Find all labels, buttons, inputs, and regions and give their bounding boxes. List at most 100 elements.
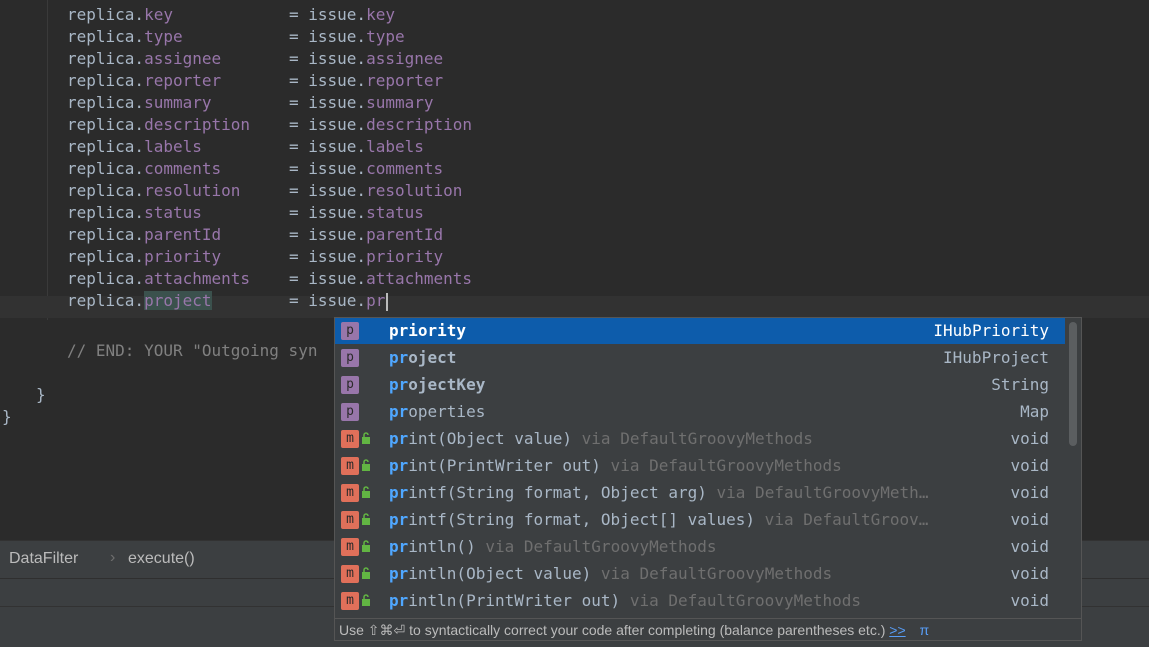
completion-match: pr [389,348,409,367]
completion-match: pr [389,402,409,421]
method-icon: m [341,565,359,583]
lhs-property: key [144,5,173,24]
completion-item[interactable]: m printf(String format, Object arg) via D… [335,480,1065,506]
completion-rest: int(PrintWriter out) [408,456,601,475]
lhs-object: replica. [67,159,145,178]
completion-item[interactable]: p properties Map [335,399,1065,425]
completion-type: IHubPriority [933,321,1049,340]
rhs-object: = issue. [289,247,367,266]
lhs-property: summary [144,93,212,112]
lhs-object: replica. [67,203,145,222]
closing-brace-inner: } [0,362,46,404]
indent-guide [47,0,48,320]
property-icon: p [341,403,359,421]
completion-match: pr [389,375,409,394]
completion-type: void [1010,429,1049,448]
completion-match: pr [389,537,409,556]
lhs-object: replica. [67,225,145,244]
completion-type: void [1010,510,1049,529]
property-icon: p [341,376,359,394]
property-icon: p [341,349,359,367]
completion-item[interactable]: p project IHubProject [335,345,1065,371]
rhs-property: parentId [366,225,444,244]
lhs-object: replica. [67,291,145,310]
completion-name: print(PrintWriter out) via DefaultGroovy… [389,453,842,479]
lhs-object: replica. [67,5,145,24]
rhs-property: attachments [366,269,473,288]
completion-item[interactable]: m println(PrintWriter out) via DefaultGro… [335,588,1065,614]
lhs-property: priority [144,247,222,266]
lhs-property: resolution [144,181,241,200]
text-caret [386,292,389,311]
rhs-property: pr [366,291,386,310]
lhs-property: project [144,291,212,310]
completion-via: via DefaultGroovyMethods [591,564,833,583]
completion-item[interactable]: m print(Object value) via DefaultGroovyMe… [335,426,1065,452]
rhs-object: = issue. [289,5,367,24]
completion-via: via DefaultGroovyMethods [572,429,813,448]
completion-item[interactable]: m print(PrintWriter out) via DefaultGroov… [335,453,1065,479]
rhs-object: = issue. [289,291,367,310]
lhs-property: attachments [144,269,251,288]
completion-name: projectKey [389,372,485,398]
lhs-property: comments [144,159,222,178]
completion-rest: ojectKey [408,375,486,394]
completion-item[interactable]: p projectKey String [335,372,1065,398]
lhs-object: replica. [67,115,145,134]
lhs-property: parentId [144,225,222,244]
completion-type: String [991,375,1049,394]
lhs-property: status [144,203,202,222]
pi-icon[interactable]: π [920,622,930,638]
rhs-object: = issue. [289,269,367,288]
lhs-object: replica. [67,27,145,46]
completion-item[interactable]: p priority IHubPriority [335,318,1065,344]
completion-type: void [1010,483,1049,502]
completion-via: via DefaultGroovyMethods [600,456,842,475]
lhs-property: description [144,115,251,134]
completion-rest: intf(String format, Object[] values) [408,510,756,529]
completion-item[interactable]: m printf(String format, Object[] values) … [335,507,1065,533]
completion-popup[interactable]: p priority IHubPriority p project IHubProject… [334,317,1082,641]
completion-name: properties [389,399,485,425]
rhs-property: resolution [366,181,463,200]
completion-rest: intln(Object value) [408,564,592,583]
completion-name: printf(String format, Object arg) via De… [389,480,928,506]
method-icon: m [341,457,359,475]
rhs-object: = issue. [289,71,367,90]
rhs-property: type [366,27,405,46]
lhs-property: reporter [144,71,222,90]
completion-rest: operties [408,402,486,421]
code-comment: // END: YOUR "Outgoing syn [67,341,318,360]
lock-icon [362,459,370,471]
lhs-object: replica. [67,181,145,200]
lock-icon [362,594,370,606]
completion-item[interactable]: m println(Object value) via DefaultGroovy… [335,561,1065,587]
rhs-object: = issue. [289,137,367,156]
breadcrumb-item-method[interactable]: execute() [128,550,195,568]
method-icon: m [341,484,359,502]
completion-via: via DefaultGroovyMeth… [706,483,929,502]
completion-via: via DefaultGroovyMethods [475,537,717,556]
rhs-property: summary [366,93,434,112]
lhs-object: replica. [67,137,145,156]
completion-type: Map [1020,402,1049,421]
rhs-property: assignee [366,49,444,68]
lhs-object: replica. [67,247,145,266]
rhs-object: = issue. [289,159,367,178]
brace-outer: } [2,407,12,426]
hint-more-link[interactable]: >> [889,622,905,638]
property-icon: p [341,322,359,340]
completion-scrollbar[interactable] [1069,322,1077,446]
breadcrumb-item-class[interactable]: DataFilter [9,550,78,568]
completion-rest: intln(PrintWriter out) [408,591,621,610]
rhs-object: = issue. [289,181,367,200]
code-comment-line: // END: YOUR "Outgoing syn [0,318,317,360]
completion-item[interactable]: m println() via DefaultGroovyMethods void [335,534,1065,560]
completion-match: pr [389,510,409,529]
completion-rest: oject [408,348,457,367]
rhs-property: reporter [366,71,444,90]
completion-match: pr [389,321,409,340]
closing-brace-outer: } [0,384,39,426]
method-icon: m [341,511,359,529]
completion-rest: intf(String format, Object arg) [408,483,707,502]
